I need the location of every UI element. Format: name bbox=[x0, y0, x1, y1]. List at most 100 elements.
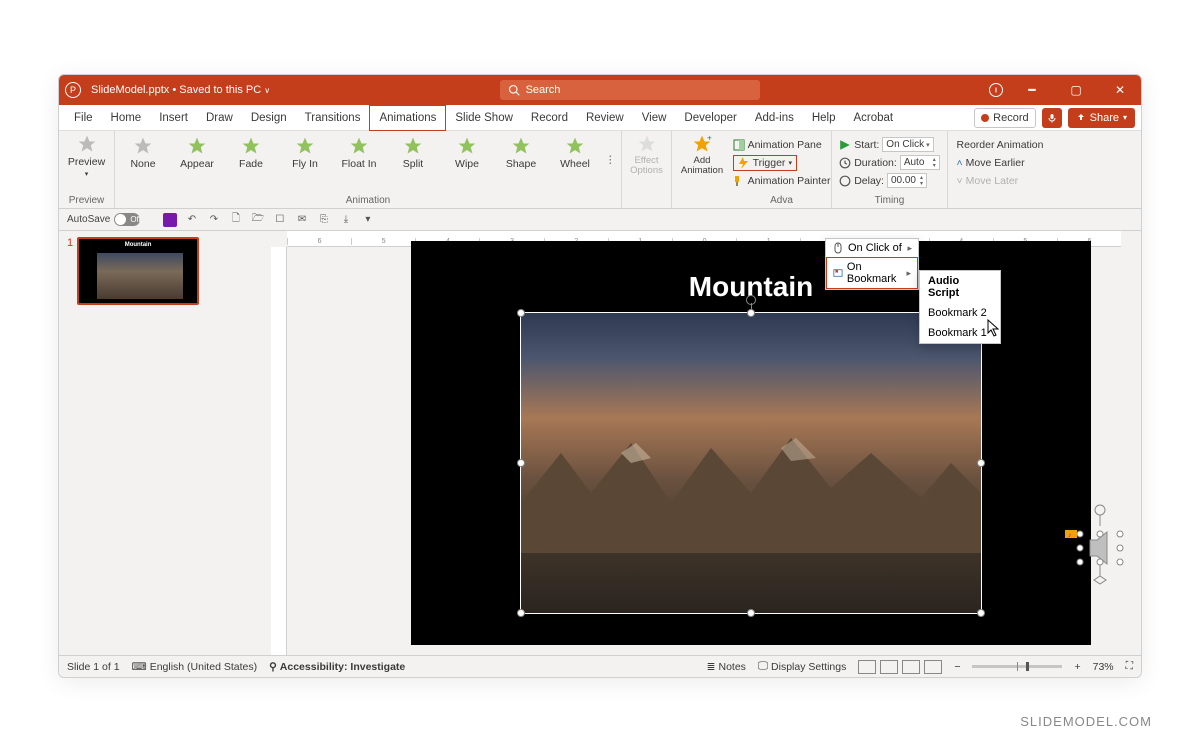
animation-pane-button[interactable]: Animation Pane bbox=[733, 136, 831, 153]
view-sorter-icon[interactable] bbox=[880, 660, 898, 674]
resize-handle-nw[interactable] bbox=[517, 309, 525, 317]
undo-button[interactable]: ↶ bbox=[185, 213, 199, 227]
audio-object[interactable]: ♪ bbox=[1065, 500, 1135, 595]
view-slideshow-icon[interactable] bbox=[924, 660, 942, 674]
section-advanced-label: Adva bbox=[770, 195, 793, 208]
maximize-button[interactable]: ▢ bbox=[1061, 75, 1091, 105]
anim-wipe[interactable]: Wipe bbox=[443, 136, 491, 170]
zoom-percent[interactable]: 73% bbox=[1093, 661, 1114, 673]
mouse-icon bbox=[832, 242, 844, 254]
trigger-on-bookmark[interactable]: On Bookmark▸ bbox=[826, 257, 918, 289]
tab-acrobat[interactable]: Acrobat bbox=[845, 105, 903, 131]
tab-developer[interactable]: Developer bbox=[675, 105, 745, 131]
resize-handle-s[interactable] bbox=[747, 609, 755, 617]
resize-handle-w[interactable] bbox=[517, 459, 525, 467]
dictate-button[interactable] bbox=[1042, 108, 1062, 128]
tab-draw[interactable]: Draw bbox=[197, 105, 242, 131]
anim-wheel[interactable]: Wheel bbox=[551, 136, 599, 170]
qat-icon-3[interactable]: ☐ bbox=[273, 213, 287, 227]
preview-button[interactable]: Preview▾ bbox=[63, 134, 111, 178]
tab-slide-show[interactable]: Slide Show bbox=[446, 105, 522, 131]
star-wheel-icon bbox=[565, 136, 585, 156]
close-button[interactable]: ✕ bbox=[1105, 75, 1135, 105]
anim-fade[interactable]: Fade bbox=[227, 136, 275, 170]
minimize-button[interactable]: ━ bbox=[1017, 75, 1047, 105]
preview-star-icon bbox=[77, 134, 97, 154]
trigger-menu: On Click of▸ On Bookmark▸ bbox=[825, 238, 919, 290]
add-animation-button[interactable]: + Add Animation bbox=[678, 134, 726, 176]
effect-options-button: Effect Options bbox=[623, 134, 671, 176]
view-reading-icon[interactable] bbox=[902, 660, 920, 674]
tab-home[interactable]: Home bbox=[102, 105, 151, 131]
tab-insert[interactable]: Insert bbox=[150, 105, 197, 131]
star-wipe-icon bbox=[457, 136, 477, 156]
bookmark-icon bbox=[833, 267, 843, 279]
zoom-in-button[interactable]: + bbox=[1074, 661, 1080, 673]
move-earlier-button[interactable]: ˄ Move Earlier bbox=[957, 154, 1044, 171]
qat-icon-7[interactable]: ▾ bbox=[361, 213, 375, 227]
tab-view[interactable]: View bbox=[633, 105, 676, 131]
delay-label: Delay: bbox=[854, 175, 884, 187]
record-button[interactable]: Record bbox=[974, 108, 1035, 128]
qat-icon-4[interactable]: ✉ bbox=[295, 213, 309, 227]
view-normal-icon[interactable] bbox=[858, 660, 876, 674]
duration-field[interactable]: Auto▴▾ bbox=[900, 155, 940, 170]
animation-painter-button[interactable]: Animation Painter bbox=[733, 172, 831, 189]
selected-image[interactable] bbox=[521, 313, 981, 613]
zoom-out-button[interactable]: − bbox=[954, 661, 960, 673]
tab-design[interactable]: Design bbox=[242, 105, 296, 131]
delay-icon bbox=[839, 175, 851, 187]
duration-label: Duration: bbox=[854, 157, 897, 169]
anim-floatin[interactable]: Float In bbox=[335, 136, 383, 170]
autosave-toggle[interactable]: AutoSaveOff bbox=[67, 213, 155, 226]
painter-icon bbox=[733, 175, 745, 187]
tab-transitions[interactable]: Transitions bbox=[296, 105, 370, 131]
tab-file[interactable]: File bbox=[65, 105, 102, 131]
redo-button[interactable]: ↷ bbox=[207, 213, 221, 227]
star-split-icon bbox=[403, 136, 423, 156]
qat-icon-1[interactable]: 🗋 bbox=[229, 213, 243, 227]
coming-soon-icon[interactable] bbox=[989, 83, 1003, 97]
delay-field[interactable]: 00.00▴▾ bbox=[887, 173, 927, 188]
qat-icon-5[interactable]: ⎘ bbox=[317, 213, 331, 227]
anim-gallery-more[interactable]: ⋮ bbox=[605, 140, 617, 166]
zoom-slider[interactable] bbox=[972, 665, 1062, 668]
save-button[interactable] bbox=[163, 213, 177, 227]
share-button[interactable]: Share▾ bbox=[1068, 108, 1135, 128]
trigger-button[interactable]: Trigger▾ bbox=[733, 154, 831, 171]
fit-to-window-button[interactable]: ⛶ bbox=[1126, 660, 1133, 673]
anim-split[interactable]: Split bbox=[389, 136, 437, 170]
notes-button[interactable]: ≣ Notes bbox=[707, 661, 746, 673]
qat-icon-6[interactable]: ⤓ bbox=[339, 213, 353, 227]
start-dropdown[interactable]: On Click▾ bbox=[882, 137, 933, 152]
anim-shape[interactable]: Shape bbox=[497, 136, 545, 170]
tab-help[interactable]: Help bbox=[803, 105, 845, 131]
accessibility-button[interactable]: ⚲ Accessibility: Investigate bbox=[269, 661, 405, 673]
qat-icon-2[interactable]: 🗁 bbox=[251, 213, 265, 227]
slide-counter: Slide 1 of 1 bbox=[67, 661, 120, 673]
play-icon bbox=[839, 139, 851, 151]
anim-none[interactable]: None bbox=[119, 136, 167, 170]
tab-addins[interactable]: Add-ins bbox=[746, 105, 803, 131]
resize-handle-e[interactable] bbox=[977, 459, 985, 467]
ribbon-tabs: File Home Insert Draw Design Transitions… bbox=[59, 105, 1141, 131]
tab-review[interactable]: Review bbox=[577, 105, 633, 131]
slide-thumbnail-1[interactable]: Mountain bbox=[77, 237, 199, 305]
bookmark-submenu-header: Audio Script bbox=[920, 271, 1000, 303]
language-button[interactable]: ⌨ English (United States) bbox=[132, 661, 258, 673]
anim-flyin[interactable]: Fly In bbox=[281, 136, 329, 170]
star-none-icon bbox=[133, 136, 153, 156]
resize-handle-se[interactable] bbox=[977, 609, 985, 617]
resize-handle-n[interactable] bbox=[747, 309, 755, 317]
tab-animations[interactable]: Animations bbox=[369, 105, 446, 131]
anim-appear[interactable]: Appear bbox=[173, 136, 221, 170]
search-box[interactable]: Search bbox=[500, 80, 760, 100]
app-icon: P bbox=[65, 82, 81, 98]
section-animation-label: Animation bbox=[346, 195, 390, 208]
tab-record[interactable]: Record bbox=[522, 105, 577, 131]
trigger-on-click-of[interactable]: On Click of▸ bbox=[826, 239, 918, 257]
search-icon bbox=[508, 84, 520, 96]
animation-pane-icon bbox=[733, 139, 745, 151]
display-settings-button[interactable]: 🖵 Display Settings bbox=[758, 660, 846, 673]
resize-handle-sw[interactable] bbox=[517, 609, 525, 617]
